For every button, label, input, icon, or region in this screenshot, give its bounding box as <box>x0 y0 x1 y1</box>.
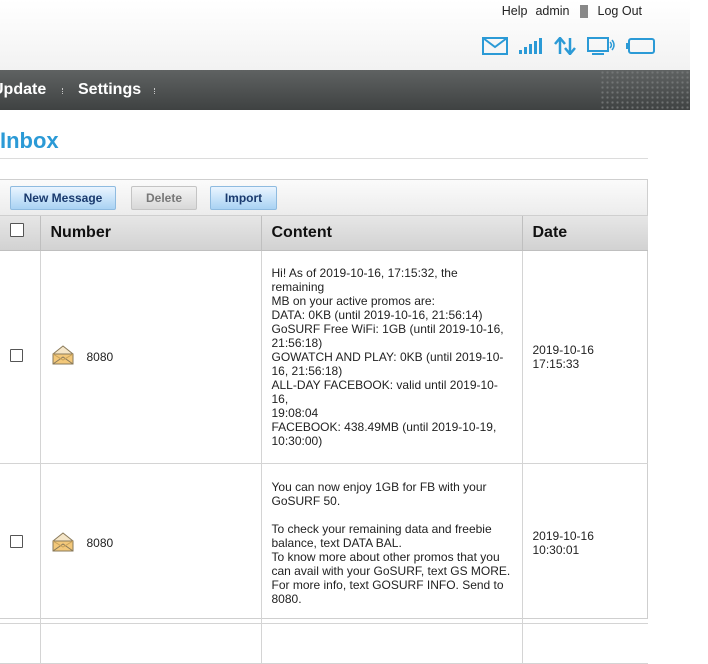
admin-link[interactable]: admin <box>531 4 573 18</box>
nav-settings[interactable]: Settings <box>78 81 141 99</box>
divider <box>579 4 588 18</box>
row-checkbox[interactable] <box>10 348 23 362</box>
message-date <box>522 623 648 664</box>
number-cell: 8080 <box>40 250 262 464</box>
message-date: 2019-10-16 10:30:01 <box>522 463 648 624</box>
connected-device-icon <box>586 36 616 56</box>
message-date: 2019-10-16 17:15:33 <box>522 250 648 464</box>
battery-icon <box>626 37 656 55</box>
nav-divider <box>62 88 64 94</box>
row-select-cell <box>0 463 41 624</box>
row-checkbox[interactable] <box>10 535 23 548</box>
page-title: Inbox <box>0 128 59 153</box>
nav-divider <box>154 88 156 94</box>
table-row[interactable] <box>0 623 648 664</box>
row-select-cell <box>0 623 41 664</box>
envelope-icon <box>51 344 75 369</box>
import-button[interactable]: Import <box>210 186 277 210</box>
inbox-panel: New Message Delete Import Number Content… <box>0 179 648 664</box>
column-header-content[interactable]: Content <box>261 216 523 251</box>
signal-icon <box>518 37 544 55</box>
select-all-cell <box>0 216 41 251</box>
mail-icon[interactable] <box>482 37 508 55</box>
new-message-button[interactable]: New Message <box>10 186 116 210</box>
message-content: Hi! As of 2019-10-16, 17:15:32, the rema… <box>261 250 523 464</box>
row-select-cell <box>0 250 41 464</box>
message-table: Number Content Date 8080 Hi! As of 2019-… <box>0 216 648 664</box>
data-transfer-icon <box>554 37 576 55</box>
column-header-number[interactable]: Number <box>40 216 262 251</box>
table-header-row: Number Content Date <box>0 216 648 251</box>
help-link[interactable]: Help <box>498 4 532 18</box>
select-all-checkbox[interactable] <box>10 223 24 238</box>
message-content <box>261 623 523 664</box>
number-cell: 8080 <box>40 463 262 624</box>
table-row[interactable]: 8080 You can now enjoy 1GB for FB with y… <box>0 463 648 624</box>
sender-number: 8080 <box>86 349 114 364</box>
header-links: Help admin Log Out <box>498 4 646 18</box>
top-header: Help admin Log Out <box>0 0 690 70</box>
message-content: You can now enjoy 1GB for FB with your G… <box>261 463 523 624</box>
delete-button[interactable]: Delete <box>131 186 197 210</box>
sender-number: 8080 <box>86 536 114 550</box>
table-row[interactable]: 8080 Hi! As of 2019-10-16, 17:15:32, the… <box>0 250 648 464</box>
status-icons <box>482 36 656 56</box>
column-header-date[interactable]: Date <box>522 216 648 251</box>
nav-update[interactable]: Update <box>0 81 46 99</box>
number-cell <box>40 623 262 664</box>
divider <box>0 158 648 159</box>
main-nav: Update Settings <box>0 70 690 110</box>
toolbar: New Message Delete Import <box>0 180 647 216</box>
envelope-icon <box>51 531 75 556</box>
logout-link[interactable]: Log Out <box>594 4 646 18</box>
nav-decoration <box>600 70 690 110</box>
